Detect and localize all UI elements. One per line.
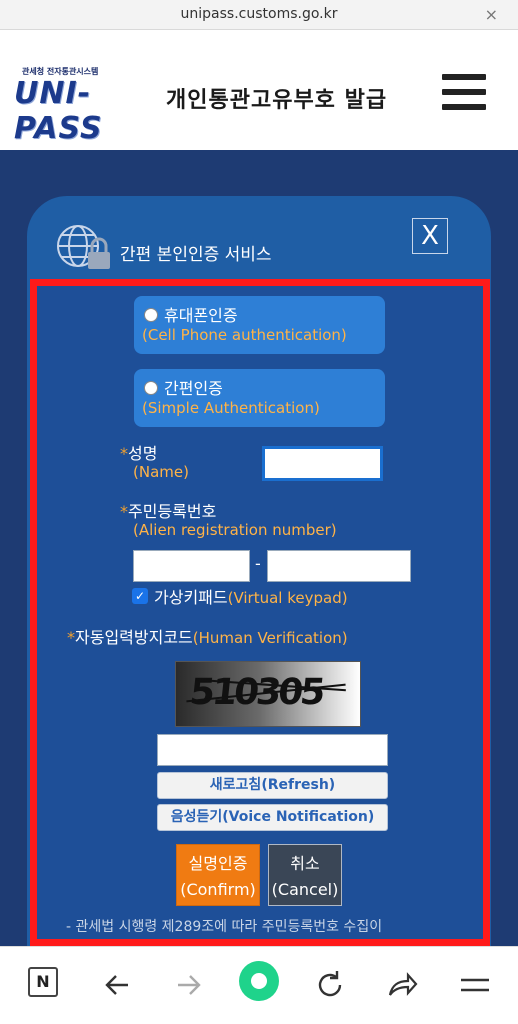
registration-number-back-input[interactable] [267,550,411,582]
n-icon[interactable]: N [28,967,58,997]
virtual-keypad-checkbox[interactable]: ✓ [132,588,148,604]
browser-url-bar[interactable]: unipass.customs.go.kr × [0,0,518,30]
simple-auth-option[interactable]: 간편인증 (Simple Authentication) [134,369,385,427]
browser-bottom-bar: N [0,946,518,1024]
forward-arrow-icon[interactable] [168,965,208,1005]
url-text[interactable]: unipass.customs.go.kr [0,6,518,22]
simple-auth-radio[interactable] [144,381,158,395]
captcha-input[interactable] [157,734,388,766]
site-header: 관세청 전자통관시스템 UNI-PASS 개인통관고유부호 발급 [0,30,518,150]
name-label: *성명 [120,444,158,463]
human-verification-label: *자동입력방지코드(Human Verification) [67,628,348,647]
logo-text: UNI-PASS [14,76,103,146]
cell-phone-radio[interactable] [144,308,158,322]
option-label-en: (Simple Authentication) [142,399,320,417]
back-arrow-icon[interactable] [98,965,138,1005]
page-title: 개인통관고유부호 발급 [166,88,388,113]
required-mark: * [120,444,128,463]
share-icon[interactable] [382,965,422,1005]
cell-phone-auth-option[interactable]: 휴대폰인증 (Cell Phone authentication) [134,296,385,354]
unipass-logo[interactable]: 관세청 전자통관시스템 UNI-PASS [14,66,162,146]
modal-close-button[interactable]: X [412,218,448,254]
required-mark: * [120,502,128,521]
home-icon[interactable] [239,961,279,1001]
required-mark: * [67,628,75,647]
registration-number-label-en: (Alien registration number) [133,521,337,539]
confirm-button[interactable]: 실명인증 (Confirm) [176,844,260,906]
menu-icon[interactable] [455,965,495,1005]
hamburger-menu-icon[interactable] [442,74,486,114]
reload-icon[interactable] [310,965,350,1005]
name-input[interactable] [262,446,383,481]
refresh-button[interactable]: 새로고침(Refresh) [157,772,388,799]
modal-title: 간편 본인인증 서비스 [120,245,272,265]
registration-number-label: *주민등록번호 [120,502,217,521]
option-label-en: (Cell Phone authentication) [142,326,347,344]
legal-notice: - 관세법 시행령 제289조에 따라 주민등록번호 수집이 [66,919,383,935]
name-label-en: (Name) [133,463,189,481]
captcha-image: 510305 [175,661,361,727]
option-label-ko: 휴대폰인증 [164,306,238,325]
close-tab-icon[interactable]: × [485,5,498,24]
registration-number-front-input[interactable] [133,550,250,582]
registration-dash: - [255,554,261,573]
voice-notification-button[interactable]: 음성듣기(Voice Notification) [157,804,388,831]
globe-lock-icon [57,225,110,269]
cancel-button[interactable]: 취소 (Cancel) [268,844,342,906]
option-label-ko: 간편인증 [164,379,223,398]
virtual-keypad-label[interactable]: 가상키패드(Virtual keypad) [154,584,348,608]
